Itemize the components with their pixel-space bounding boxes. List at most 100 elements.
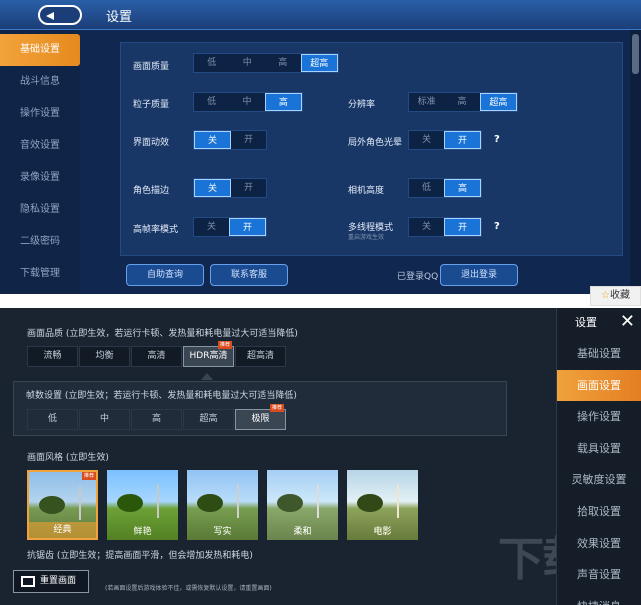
quality-hd[interactable]: 高清 <box>131 346 182 367</box>
sidebar-item-controls[interactable]: 操作设置 <box>557 401 641 433</box>
fps-low[interactable]: 低 <box>27 409 78 430</box>
fps-mid[interactable]: 中 <box>79 409 130 430</box>
outline-off[interactable]: 关 <box>409 131 444 149</box>
uifx-toggle: 关 开 <box>193 130 267 150</box>
thread-off[interactable]: 关 <box>409 218 444 236</box>
logout-button[interactable]: 退出登录 <box>440 264 518 286</box>
hfr-toggle: 关 开 <box>193 217 267 237</box>
sidebar-item-display[interactable]: 画面设置 <box>557 369 641 402</box>
help-button[interactable]: 自助查询 <box>126 264 204 286</box>
style-selector: 推荐经典 鲜艳 写实 柔和 电影 <box>27 470 427 540</box>
sidebar-item-password[interactable]: 二级密码 <box>0 226 80 258</box>
outline-help-icon[interactable]: ? <box>494 134 500 145</box>
thread-on[interactable]: 开 <box>444 218 481 236</box>
top-header: 设置 <box>0 0 641 30</box>
sidebar-item-effects[interactable]: 效果设置 <box>557 528 641 560</box>
style-recommended-badge: 推荐 <box>81 472 96 480</box>
style-movie[interactable]: 电影 <box>347 470 418 540</box>
fps-ultra[interactable]: 超高 <box>183 409 234 430</box>
uifx-label: 界面动效 <box>133 138 170 148</box>
reset-button[interactable]: 重置画面 <box>13 570 89 593</box>
sidebar-item-record[interactable]: 录像设置 <box>0 162 80 194</box>
sidebar-item-download[interactable]: 下载管理 <box>0 258 80 290</box>
style-movie-label: 电影 <box>373 527 392 537</box>
sidebar-item-basic-settings[interactable]: 基础设置 <box>557 338 641 370</box>
page-title: 设置 <box>106 10 133 25</box>
pointer-icon <box>201 373 213 380</box>
camera-low[interactable]: 低 <box>409 179 444 197</box>
login-status: 已登录QQ <box>397 272 439 282</box>
style-classic-label: 经典 <box>29 522 96 538</box>
reset-label: 重置画面 <box>40 576 77 586</box>
fps-box: 帧数设置 (立即生效；若运行卡顿、发热量和耗电量过大可适当降低) 低 中 高 超… <box>13 381 507 436</box>
resolution-high[interactable]: 高 <box>444 93 479 111</box>
quality-smooth[interactable]: 流畅 <box>27 346 78 367</box>
resolution-standard[interactable]: 标准 <box>409 93 444 111</box>
back-icon[interactable] <box>38 5 82 25</box>
hfr-label: 高帧率模式 <box>133 225 179 235</box>
favorite-button[interactable]: ☆收藏 <box>590 286 641 306</box>
style-vivid-label: 鲜艳 <box>133 527 152 537</box>
sidebar-item-privacy[interactable]: 隐私设置 <box>0 194 80 226</box>
quality-balanced[interactable]: 均衡 <box>79 346 130 367</box>
sidebar-item-sound[interactable]: 音效设置 <box>0 130 80 162</box>
bottom-quality-selector: 流畅 均衡 高清 推荐 HDR高清 超高清 <box>27 341 287 367</box>
sidebar-item-vehicle[interactable]: 载具设置 <box>557 433 641 465</box>
sidebar-item-pickup[interactable]: 拾取设置 <box>557 496 641 528</box>
hfr-off[interactable]: 关 <box>194 218 229 236</box>
camera-toggle: 低 高 <box>408 178 482 198</box>
particle-label: 粒子质量 <box>133 100 170 110</box>
outline-on[interactable]: 开 <box>444 131 481 149</box>
thread-help-icon[interactable]: ? <box>494 221 500 232</box>
style-realistic-label: 写实 <box>213 527 232 537</box>
close-icon[interactable]: ✕ <box>620 312 635 332</box>
quality-mid[interactable]: 中 <box>230 54 266 72</box>
quality-high[interactable]: 高 <box>265 54 301 72</box>
style-soft[interactable]: 柔和 <box>267 470 338 540</box>
quality-selector: 低 中 高 超高 <box>193 53 339 73</box>
uifx-on[interactable]: 开 <box>231 131 266 149</box>
quality-hdr[interactable]: 推荐 HDR高清 <box>183 341 234 367</box>
bottom-screenshot: 画面品质 (立即生效，若运行卡顿、发热量和耗电量过大可适当降低) 流畅 均衡 高… <box>0 308 641 605</box>
particle-selector: 低 中 高 <box>193 92 303 112</box>
style-realistic[interactable]: 写实 <box>187 470 258 540</box>
resolution-selector: 标准 高 超高 <box>408 92 518 112</box>
quality-uhd[interactable]: 超高清 <box>235 346 286 367</box>
reset-icon <box>21 576 35 587</box>
sidebar-item-basic[interactable]: 基础设置 <box>0 34 80 66</box>
top-sidebar: 基础设置 战斗信息 操作设置 音效设置 录像设置 隐私设置 二级密码 下载管理 <box>0 30 80 294</box>
sidebar-item-control[interactable]: 操作设置 <box>0 98 80 130</box>
outline-toggle: 关 开 <box>408 130 482 150</box>
style-soft-label: 柔和 <box>293 527 312 537</box>
particle-high[interactable]: 高 <box>264 93 302 111</box>
camera-high[interactable]: 高 <box>444 179 481 197</box>
sidebar-item-quickmsg[interactable]: 快捷消息 <box>557 591 641 605</box>
outline-label: 局外角色光晕 <box>348 138 403 148</box>
service-button[interactable]: 联系客服 <box>210 264 288 286</box>
quality-low[interactable]: 低 <box>194 54 230 72</box>
sidebar-item-sensitivity[interactable]: 灵敏度设置 <box>557 464 641 496</box>
resolution-ultra[interactable]: 超高 <box>479 93 517 111</box>
style-label: 画面风格 (立即生效) <box>27 453 109 463</box>
fps-high[interactable]: 高 <box>131 409 182 430</box>
hfr-on[interactable]: 开 <box>229 218 266 236</box>
sidebar-item-audio[interactable]: 声音设置 <box>557 559 641 591</box>
bottom-sidebar: 设置 ✕ 基础设置 画面设置 操作设置 载具设置 灵敏度设置 拾取设置 效果设置… <box>556 308 641 605</box>
recommended-badge: 推荐 <box>217 341 232 349</box>
stroke-off[interactable]: 关 <box>194 179 231 197</box>
stroke-toggle: 关 开 <box>193 178 267 198</box>
bottom-quality-label: 画面品质 (立即生效，若运行卡顿、发热量和耗电量过大可适当降低) <box>27 329 298 339</box>
sidebar-item-battle[interactable]: 战斗信息 <box>0 66 80 98</box>
particle-low[interactable]: 低 <box>194 93 229 111</box>
particle-mid[interactable]: 中 <box>229 93 264 111</box>
style-vivid[interactable]: 鲜艳 <box>107 470 178 540</box>
fps-label: 帧数设置 (立即生效；若运行卡顿、发热量和耗电量过大可适当降低) <box>26 391 297 401</box>
scrollbar[interactable] <box>630 30 641 294</box>
style-classic[interactable]: 推荐经典 <box>27 470 98 540</box>
fps-extreme[interactable]: 推荐 极限 <box>235 404 286 430</box>
stroke-on[interactable]: 开 <box>231 179 266 197</box>
uifx-off[interactable]: 关 <box>194 131 231 149</box>
quality-ultra[interactable]: 超高 <box>300 54 338 72</box>
resolution-label: 分辨率 <box>348 100 376 110</box>
quality-hdr-label: HDR高清 <box>189 351 228 361</box>
